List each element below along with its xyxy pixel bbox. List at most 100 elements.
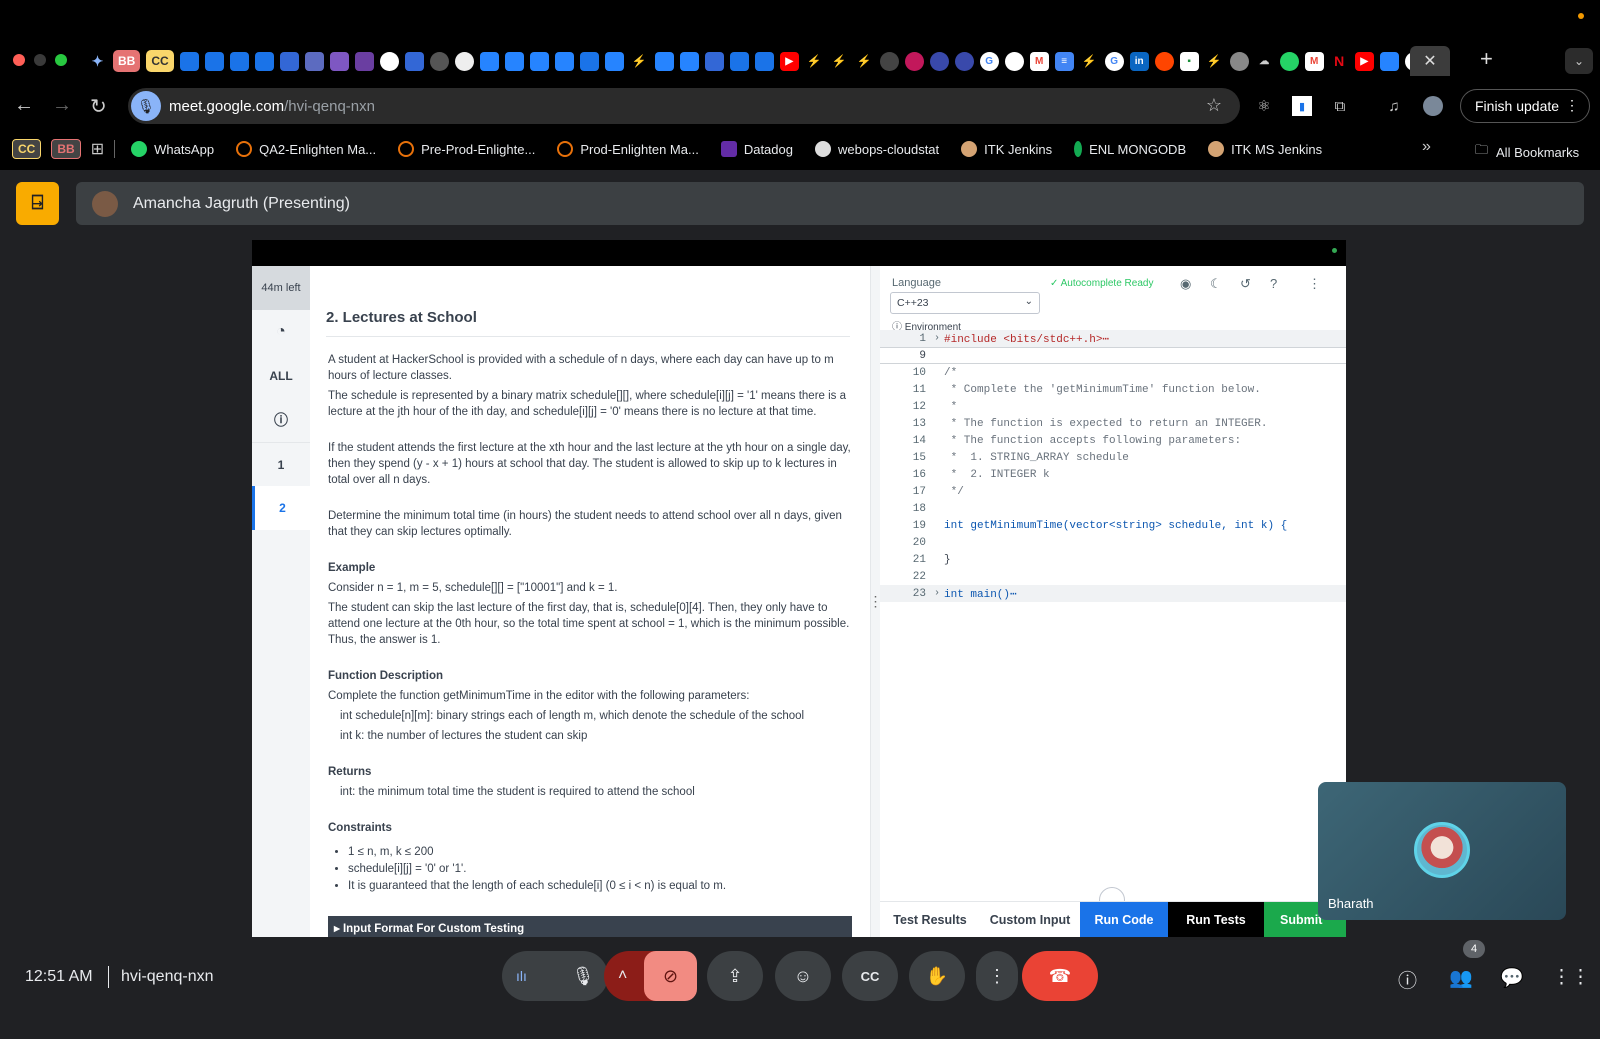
bookmark-whatsapp[interactable]: WhatsApp — [125, 141, 220, 157]
url-text[interactable]: meet.google.com/hvi-qenq-nxn — [169, 98, 375, 115]
docs-icon[interactable]: ≡ — [1054, 51, 1074, 71]
tab-favicon[interactable] — [604, 51, 624, 71]
fold-chevron-icon[interactable]: › — [930, 588, 944, 599]
tab-favicon[interactable] — [1379, 51, 1399, 71]
tab-pill-cc[interactable]: CC — [146, 50, 174, 72]
extension-icon[interactable]: ⚛ — [1254, 96, 1274, 116]
tab-favicon[interactable] — [279, 51, 299, 71]
tab-pill-bb[interactable]: BB — [113, 50, 141, 72]
new-tab-icon[interactable]: + — [1480, 46, 1493, 72]
raise-hand-icon[interactable]: ✋ — [909, 951, 965, 1001]
bookmark-webops[interactable]: webops-cloudstat — [809, 141, 945, 157]
nav-all[interactable]: ALL — [252, 354, 310, 398]
tab-favicon[interactable] — [379, 51, 399, 71]
nav-question-2[interactable]: 2 — [252, 486, 310, 530]
active-tab-close-icon[interactable]: ✕ — [1410, 46, 1450, 76]
more-vert-icon[interactable]: ⋮ — [1565, 97, 1579, 114]
tab-favicon[interactable] — [1004, 51, 1024, 71]
tab-favicon[interactable]: ☁ — [1255, 52, 1274, 71]
extension-icon[interactable]: ▮ — [1292, 96, 1312, 116]
reload-icon[interactable]: ↻ — [90, 94, 107, 119]
bookmark-prod[interactable]: Prod-Enlighten Ma... — [551, 141, 705, 157]
run-code-button[interactable]: Run Code — [1080, 902, 1168, 937]
tab-favicon[interactable] — [304, 51, 324, 71]
tab-favicon[interactable]: ⚡ — [630, 52, 649, 71]
leave-call-button[interactable]: ☎ — [1022, 951, 1098, 1001]
address-bar[interactable]: 🎙 meet.google.com/hvi-qenq-nxn ☆ — [128, 88, 1240, 124]
tab-favicon[interactable] — [929, 51, 949, 71]
back-icon[interactable]: ← — [14, 94, 34, 117]
profile-avatar[interactable] — [1423, 96, 1443, 116]
media-controls-icon[interactable]: ♫ — [1384, 96, 1404, 116]
tab-favicon[interactable] — [204, 51, 224, 71]
bookmark-itk-ms-jenkins[interactable]: ITK MS Jenkins — [1202, 141, 1328, 157]
tab-search-icon[interactable]: ⌄ — [1565, 48, 1593, 74]
mic-icon[interactable]: 🎙 — [558, 951, 608, 1001]
finish-update-button[interactable]: Finish update ⋮ — [1460, 89, 1590, 123]
tab-favicon[interactable] — [404, 51, 424, 71]
tab-favicon[interactable] — [554, 51, 574, 71]
all-bookmarks-button[interactable]: 🗀 All Bookmarks — [1475, 141, 1579, 163]
tab-favicon[interactable] — [679, 51, 699, 71]
people-icon[interactable]: 👥 — [1449, 966, 1473, 990]
mic-icon[interactable]: 🎙 — [131, 91, 161, 121]
help-icon[interactable]: ? — [1270, 276, 1277, 291]
bookmarks-overflow-icon[interactable]: » — [1422, 138, 1431, 156]
tab-favicon[interactable] — [429, 51, 449, 71]
tab-favicon[interactable] — [704, 51, 724, 71]
forward-icon[interactable]: → — [52, 94, 72, 117]
captions-icon[interactable]: CC — [842, 951, 898, 1001]
globe-icon[interactable] — [1229, 51, 1249, 71]
tab-favicon[interactable] — [754, 51, 774, 71]
sparkle-icon[interactable]: ✦ — [88, 52, 107, 71]
tab-favicon[interactable] — [954, 51, 974, 71]
history-icon[interactable]: ↺ — [1240, 276, 1251, 292]
presentation-icon[interactable]: ⍈ — [16, 182, 59, 225]
tab-favicon[interactable] — [479, 51, 499, 71]
bookmark-bb[interactable]: BB — [51, 139, 81, 159]
tab-favicon[interactable] — [354, 51, 374, 71]
moon-icon[interactable]: ☾ — [1210, 276, 1222, 292]
bookmark-qa2[interactable]: QA2-Enlighten Ma... — [230, 141, 382, 157]
code-area[interactable]: 1 › #include <bits/stdc++.h>⋯ 9 10/* 11 * … — [880, 330, 1346, 602]
gmail-icon[interactable]: M — [1304, 51, 1324, 71]
tab-favicon[interactable] — [504, 51, 524, 71]
linkedin-icon[interactable]: in — [1129, 51, 1149, 71]
apps-grid-icon[interactable]: ⊞ — [91, 139, 104, 159]
activities-grid-icon[interactable]: ⋮⋮ — [1552, 966, 1590, 989]
fold-chevron-icon[interactable]: › — [930, 333, 944, 344]
tab-favicon[interactable]: ⚡ — [1205, 52, 1224, 71]
custom-input-tab[interactable]: Custom Input — [980, 902, 1080, 937]
tab-favicon[interactable] — [254, 51, 274, 71]
youtube-icon[interactable]: ▶ — [1354, 51, 1374, 71]
whatsapp-icon[interactable] — [1279, 51, 1299, 71]
google-icon[interactable]: G — [1104, 51, 1124, 71]
tab-favicon[interactable]: ⚡ — [830, 52, 849, 71]
nav-question-1[interactable]: 1 — [252, 442, 310, 486]
reddit-icon[interactable] — [1154, 51, 1174, 71]
tab-favicon[interactable] — [454, 51, 474, 71]
tab-favicon[interactable] — [179, 51, 199, 71]
bookmark-preprod[interactable]: Pre-Prod-Enlighte... — [392, 141, 541, 157]
compass-icon[interactable]: ◔ — [252, 310, 310, 354]
panel-resize-handle[interactable]: ⋮ — [869, 266, 883, 937]
tab-favicon[interactable]: ⚡ — [1080, 52, 1099, 71]
tab-favicon[interactable] — [879, 51, 899, 71]
bookmark-datadog[interactable]: Datadog — [715, 141, 799, 157]
tab-favicon[interactable]: ⚡ — [805, 52, 824, 71]
more-vert-icon[interactable]: ⋮ — [1308, 276, 1321, 292]
tab-favicon[interactable]: ▪ — [1179, 51, 1199, 71]
gmail-icon[interactable]: M — [1029, 51, 1049, 71]
tab-favicon[interactable] — [229, 51, 249, 71]
youtube-icon[interactable]: ▶ — [779, 51, 799, 71]
language-select[interactable]: C++23 ⌄ — [890, 292, 1040, 314]
tab-favicon[interactable]: ⚡ — [855, 52, 874, 71]
present-screen-icon[interactable]: ⇪ — [707, 951, 763, 1001]
participant-tile[interactable]: Bharath — [1318, 782, 1566, 920]
emoji-icon[interactable]: ☺ — [775, 951, 831, 1001]
google-icon[interactable]: G — [979, 51, 999, 71]
tab-favicon[interactable] — [904, 51, 924, 71]
bookmark-cc[interactable]: CC — [12, 139, 42, 159]
bookmark-star-icon[interactable]: ☆ — [1206, 95, 1222, 116]
bookmark-mongodb[interactable]: ENL MONGODB — [1068, 141, 1192, 157]
